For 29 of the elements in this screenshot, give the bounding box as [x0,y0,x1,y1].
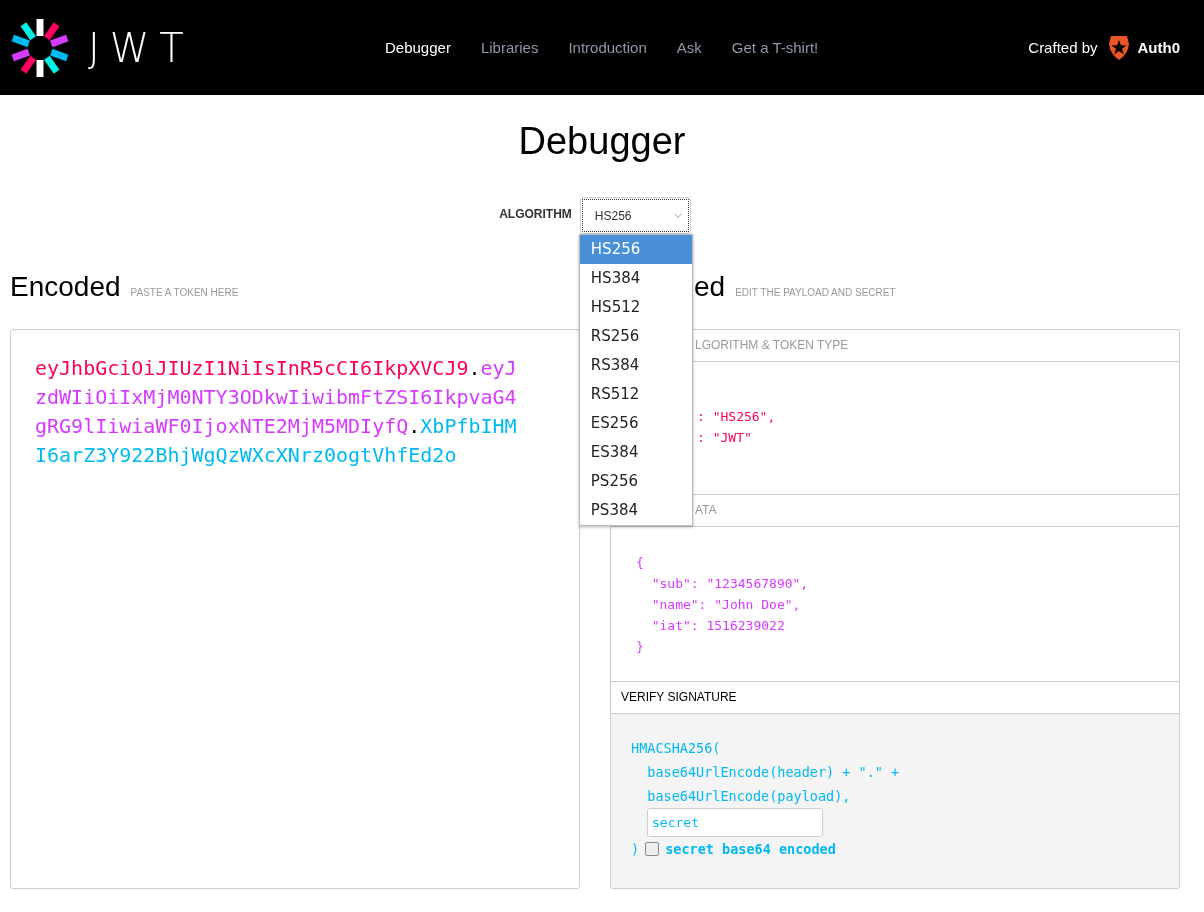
token-payload-text: gRG9lIiwiaWF0IjoxNTE2MjM5MDIyfQ [35,414,409,438]
section-title: ed [694,271,726,303]
code-line: { [636,554,645,572]
token-separator: . [468,356,481,380]
code-line: ) [631,840,640,859]
code-line: HMACSHA256( [631,739,722,758]
code-line: "sub": "1234567890", [650,575,810,593]
token-separator: . [408,414,421,438]
token-payload-text: zdWIiOiIxMjM0NTY3ODkwIiwibmFtZSI6IkpvaG4 [35,385,517,409]
logo-text: JWT [88,27,194,68]
checkbox-label: secret base64 encoded [665,841,836,857]
algorithm-label: ALGORITHM [499,206,572,221]
token-signature-text: I6arZ3Y922BhjWgQzWXcXNrz0ogtVhfEd2o [35,443,457,467]
code-line: "iat": 1516239022 [650,617,786,635]
code-line: : "HS256", [697,408,777,426]
token-payload-text: eyJ [480,356,517,380]
page-title: Debugger [517,119,687,163]
code-line: base64UrlEncode(header) + "." + [646,763,901,782]
token-signature-text: XbPfbIHM [420,414,517,438]
brand-text: Auth0 [1137,39,1180,56]
token-header-text: eyJhbGciOiJIUzI1NiIsInR5cCI6IkpXVCJ9 [35,356,469,380]
section-hint: EDIT THE PAYLOAD AND SECRET [735,287,896,298]
code-line: } [636,638,645,656]
code-line: "name": "John Doe", [650,596,802,614]
section-hint: PASTE A TOKEN HERE [130,287,239,298]
code-line: base64UrlEncode(payload), [646,787,852,806]
code-line: : "JWT" [697,429,753,447]
crafted-by-text: Crafted by [1028,39,1098,56]
section-title: Encoded [10,271,121,303]
